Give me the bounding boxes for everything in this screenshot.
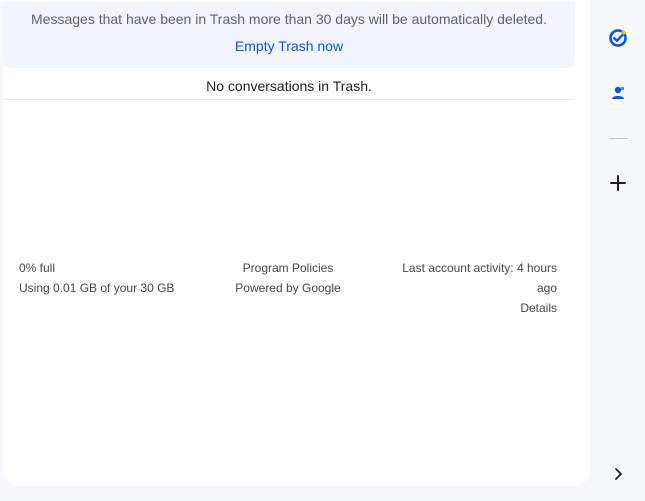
powered-by-text: Powered by Google <box>235 281 341 295</box>
contacts-icon <box>612 86 625 99</box>
trash-retention-message: Messages that have been in Trash more th… <box>31 11 547 27</box>
empty-state-message: No conversations in Trash. <box>206 78 372 94</box>
last-activity-text: Last account activity: 4 hours ago <box>402 261 557 295</box>
storage-percent[interactable]: 0% full <box>19 258 199 278</box>
footer-links: Program Policies Powered by Google <box>199 258 377 298</box>
main-panel: Messages that have been in Trash more th… <box>3 0 590 486</box>
storage-info: 0% full Using 0.01 GB of your 30 GB <box>19 258 199 298</box>
divider <box>3 99 575 100</box>
tasks-icon <box>609 29 627 47</box>
trash-banner: Messages that have been in Trash more th… <box>3 2 575 68</box>
empty-trash-button[interactable]: Empty Trash now <box>235 38 343 54</box>
storage-usage: Using 0.01 GB of your 30 GB <box>19 281 175 295</box>
empty-trash-row: Empty Trash now <box>3 38 575 55</box>
side-panel <box>590 0 645 501</box>
program-policies-link[interactable]: Program Policies <box>243 261 334 275</box>
side-divider <box>610 138 628 139</box>
chevron-right-icon <box>615 468 622 480</box>
contacts-button[interactable] <box>602 77 634 109</box>
details-link[interactable]: Details <box>520 301 557 315</box>
get-add-ons-button[interactable] <box>602 167 634 199</box>
account-activity: Last account activity: 4 hours ago Detai… <box>387 258 557 318</box>
tasks-button[interactable] <box>602 22 634 54</box>
hide-side-panel-button[interactable] <box>602 458 634 490</box>
add-icon <box>610 175 626 191</box>
